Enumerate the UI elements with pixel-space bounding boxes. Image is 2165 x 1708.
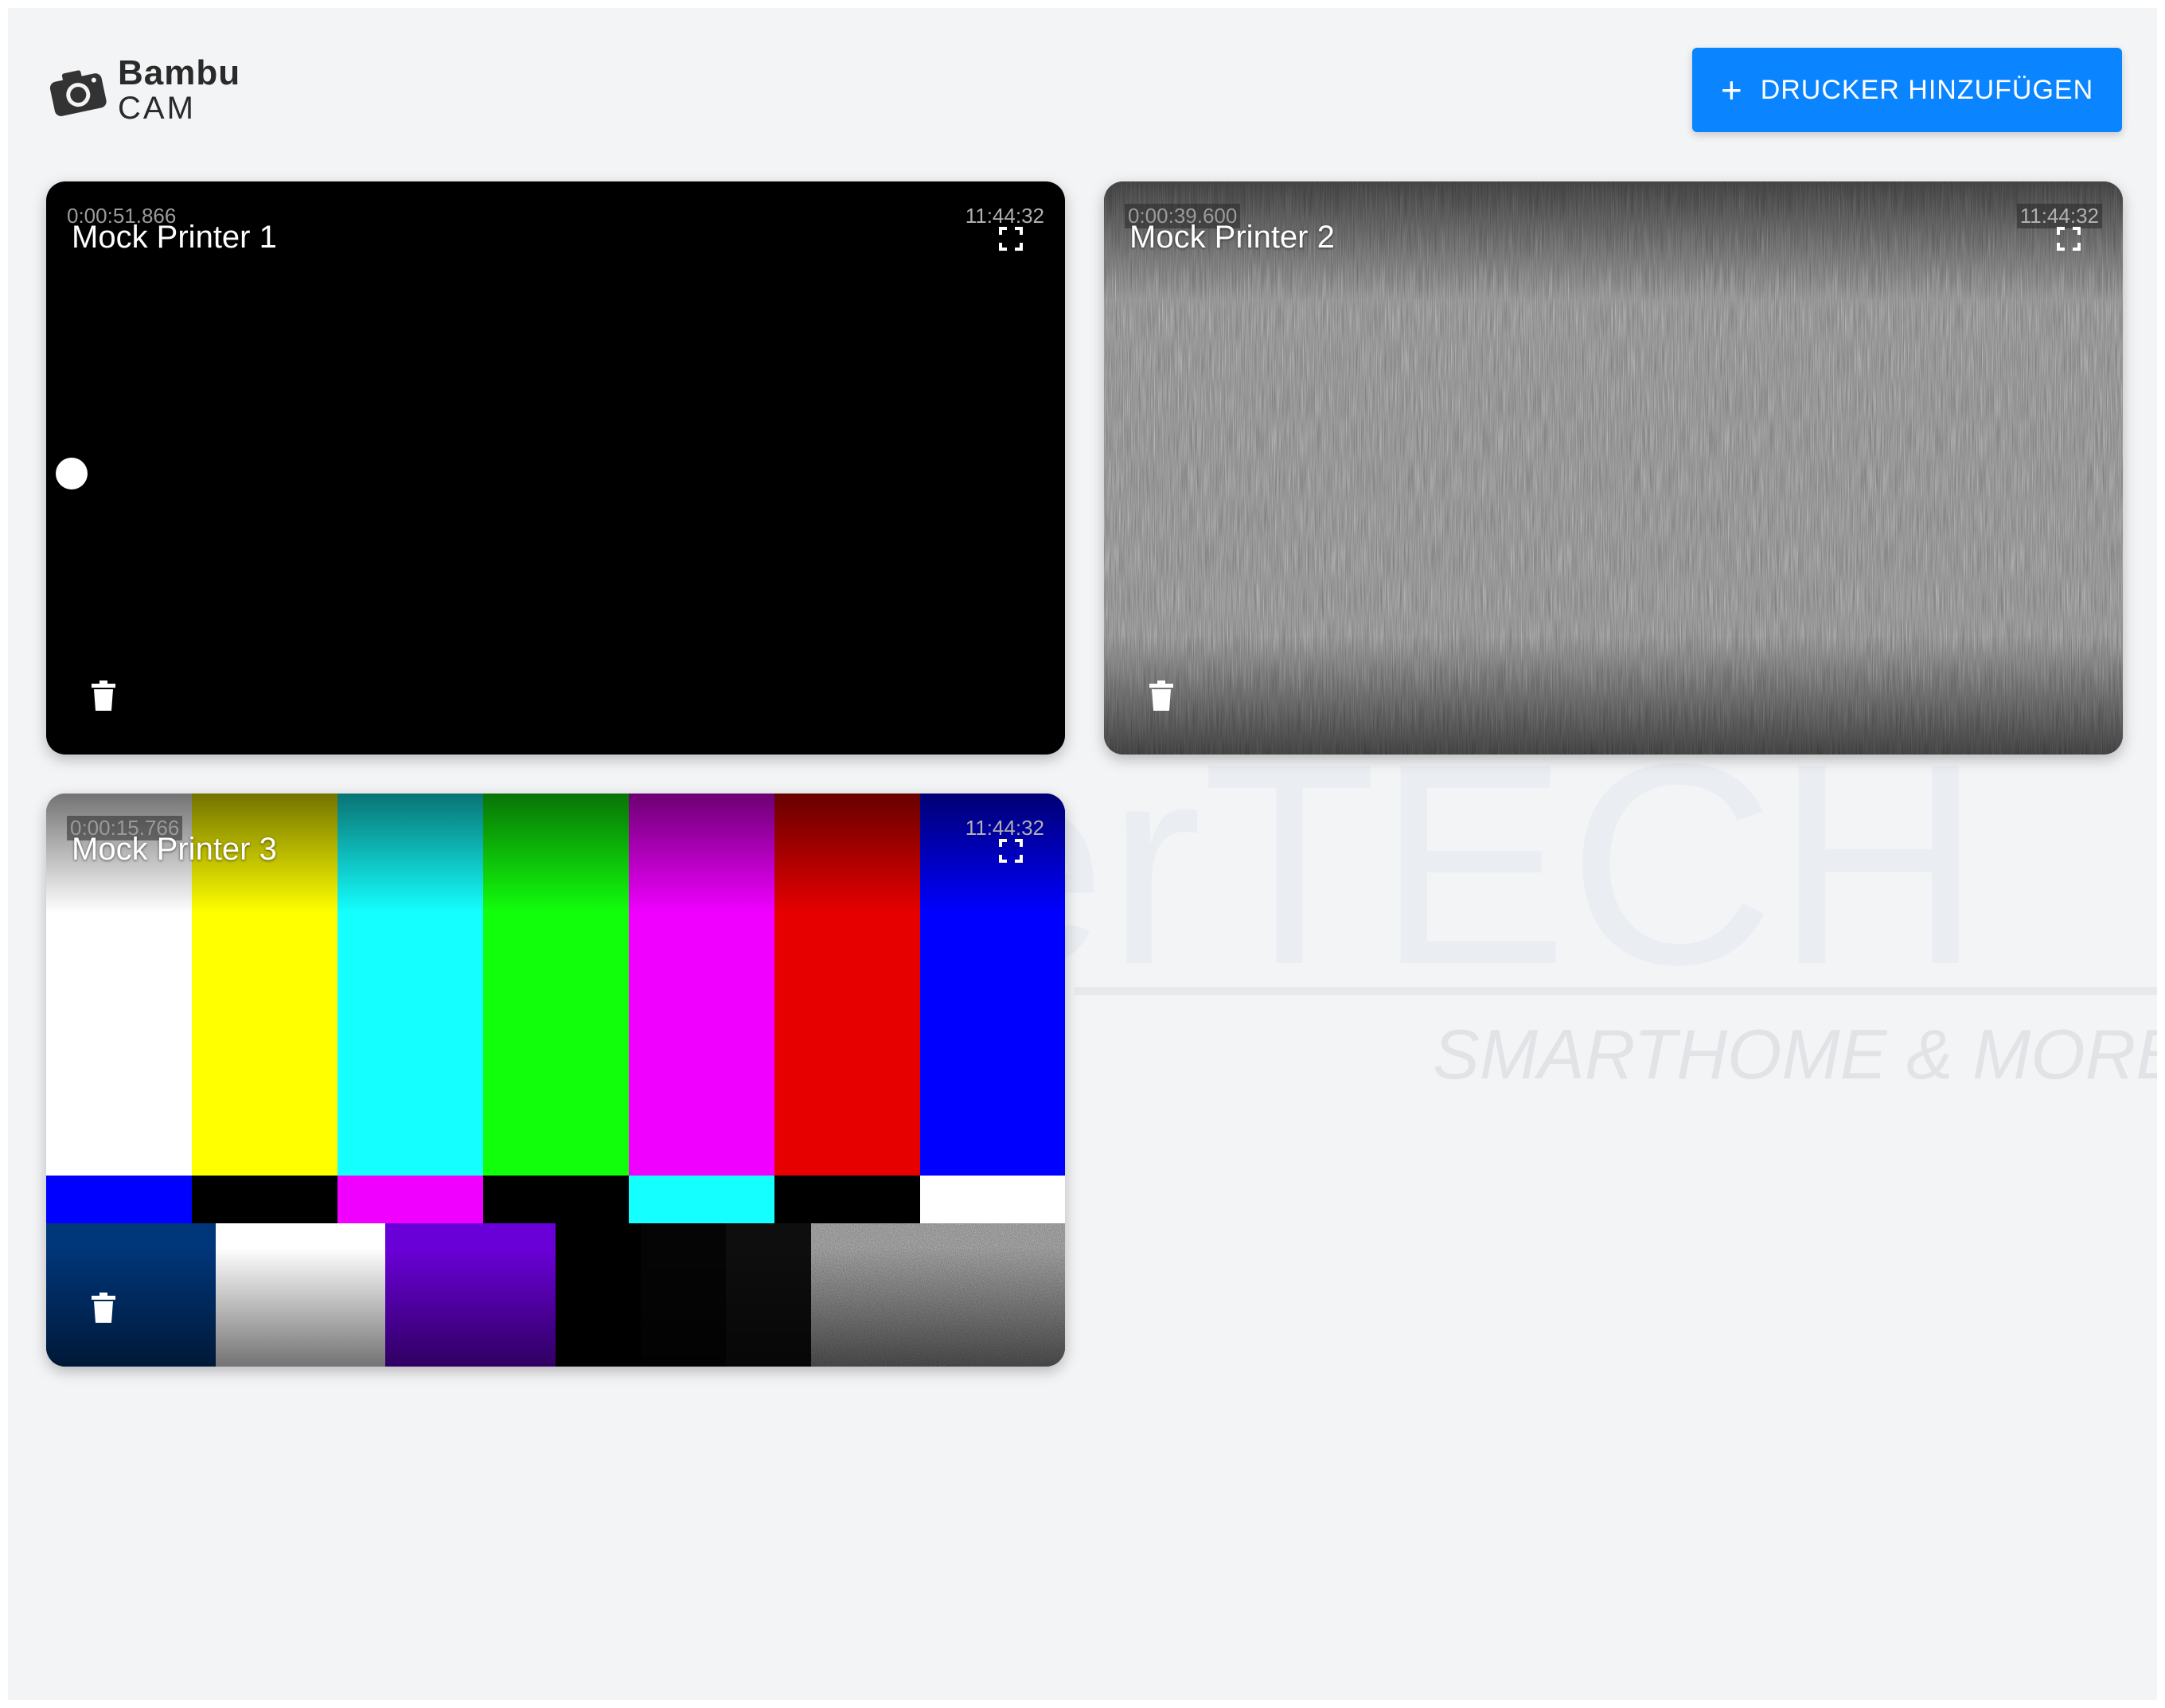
- fullscreen-icon[interactable]: [998, 226, 1024, 252]
- printer-name: Mock Printer 1: [72, 220, 277, 255]
- printer-card[interactable]: 0:00:39.600 11:44:32 Mock Printer 2: [1104, 181, 2123, 755]
- logo-brand-text: Bambu: [118, 53, 241, 92]
- trash-icon[interactable]: [1149, 680, 1174, 712]
- app-logo: Bambu CAM: [46, 56, 240, 124]
- add-printer-label: DRUCKER HINZUFÜGEN: [1760, 74, 2094, 105]
- trash-icon[interactable]: [91, 1292, 116, 1324]
- bottom-shade: [1104, 635, 2123, 755]
- plus-icon: +: [1720, 69, 1743, 111]
- fullscreen-icon[interactable]: [2056, 226, 2081, 252]
- printer-name: Mock Printer 2: [1129, 220, 1335, 255]
- camera-feed: [46, 181, 1065, 755]
- logo-sub-text: CAM: [118, 91, 196, 126]
- app-page: erTECH SMARTHOME & MORE Bambu CAM + DRUC…: [8, 8, 2157, 1700]
- trash-icon[interactable]: [91, 680, 116, 712]
- clock-time: 11:44:32: [2016, 204, 2102, 228]
- printer-card[interactable]: 0:00:51.866 11:44:32 Mock Printer 1: [46, 181, 1065, 755]
- add-printer-button[interactable]: + DRUCKER HINZUFÜGEN: [1692, 48, 2122, 132]
- clock-time: 11:44:32: [965, 204, 1044, 228]
- printer-card[interactable]: 0:00:15.766 11:44:32 Mock Printer 3: [46, 794, 1065, 1367]
- watermark-sub-text: SMARTHOME & MORE: [1433, 1015, 2157, 1094]
- camera-icon: [49, 70, 107, 116]
- clock-time: 11:44:32: [965, 816, 1044, 840]
- printer-name: Mock Printer 3: [72, 832, 277, 867]
- feed-moving-dot: [56, 458, 88, 489]
- bottom-shade: [46, 1247, 1065, 1367]
- fullscreen-icon[interactable]: [998, 838, 1024, 864]
